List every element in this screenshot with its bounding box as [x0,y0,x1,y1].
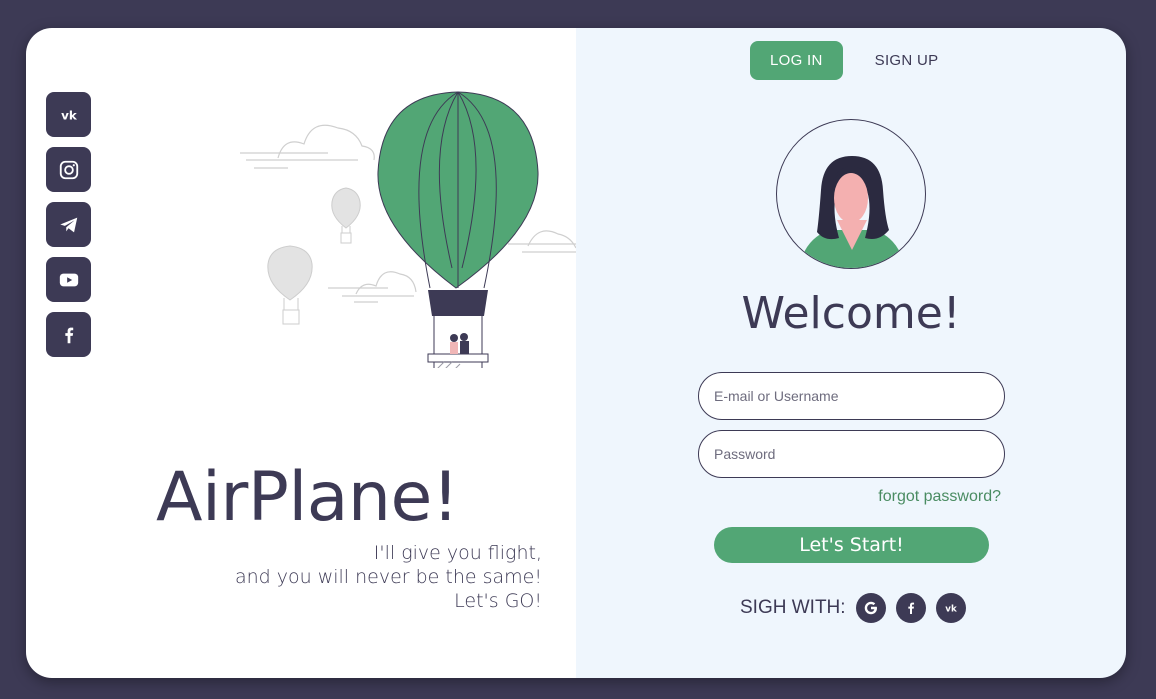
email-input[interactable] [698,372,1005,420]
facebook-login-button[interactable] [895,593,926,623]
cloud-icon [240,124,375,169]
cloud-icon [328,271,417,303]
auth-tabs: LOG IN SIGN UP [750,41,958,80]
login-card: vk AirPlane! I'll give you flight, and y… [26,28,1126,678]
social-login: SIGH WITH: vk [740,593,966,623]
sign-with-label: SIGH WITH: [740,597,846,618]
instagram-button[interactable] [46,147,91,192]
vk-login-button[interactable]: vk [935,593,966,623]
vk-button[interactable]: vk [46,92,91,137]
telegram-icon [59,217,77,232]
instagram-icon [59,160,78,179]
svg-text:vk: vk [61,108,78,122]
tab-sign-up[interactable]: SIGN UP [855,41,959,80]
google-icon [864,601,877,615]
start-button[interactable]: Let's Start! [714,527,989,563]
vk-icon: vk [945,604,957,614]
tagline-line: I'll give you flight, [373,542,542,564]
avatar [776,119,926,269]
facebook-icon [64,327,73,343]
facebook-button[interactable] [46,312,91,357]
youtube-icon [59,273,78,286]
small-balloon-icon [331,187,361,244]
welcome-heading: Welcome! [741,288,961,339]
password-input[interactable] [698,430,1005,478]
forgot-password-link[interactable]: forgot password? [878,488,1001,506]
green-balloon-icon [377,91,539,368]
google-login-button[interactable] [855,593,886,623]
vk-icon: vk [61,108,78,122]
tagline-line: Let's GO! [454,590,542,612]
hot-air-balloon-illustration [240,91,576,368]
cloud-icon [508,230,576,253]
brand-title: AirPlane! [156,458,459,537]
facebook-icon [907,602,914,614]
social-sidebar: vk [46,92,91,357]
small-balloon-icon [267,245,313,325]
telegram-button[interactable] [46,202,91,247]
login-panel: LOG IN SIGN UP Welcome! forgot password?… [576,28,1126,678]
tagline-line: and you will never be the same! [234,566,542,588]
youtube-button[interactable] [46,257,91,302]
tab-log-in[interactable]: LOG IN [750,41,843,80]
promo-panel: vk AirPlane! I'll give you flight, and y… [26,28,576,678]
user-avatar-icon [799,156,905,268]
brand-tagline: I'll give you flight, and you will never… [235,541,542,613]
svg-text:vk: vk [945,604,957,614]
